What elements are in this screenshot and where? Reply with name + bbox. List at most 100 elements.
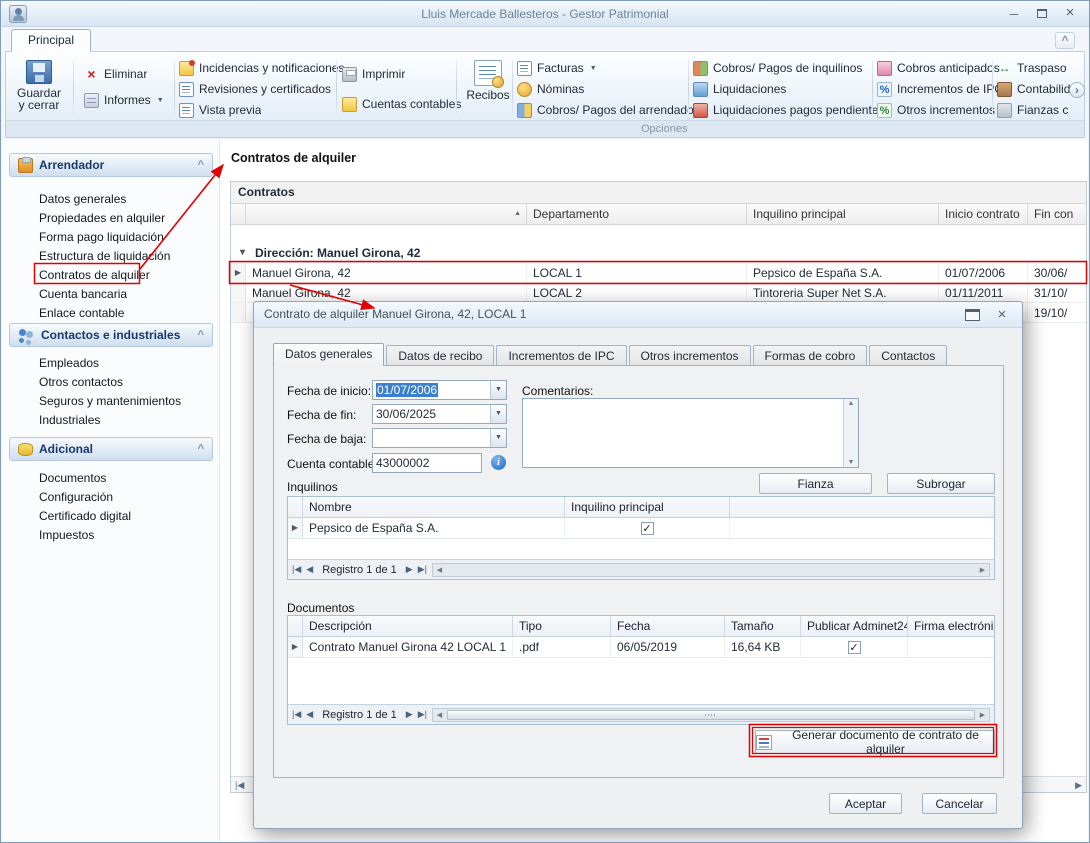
column-header-inquilino[interactable]: Inquilino principal	[747, 204, 939, 224]
ribbon-item-imprimir[interactable]: Imprimir	[342, 65, 405, 83]
sidebar-item-forma-pago[interactable]: Forma pago liquidación	[9, 228, 213, 247]
publicar-checkbox[interactable]: ✓	[848, 641, 861, 654]
fianza-button[interactable]: Fianza	[759, 473, 872, 494]
cancelar-button[interactable]: Cancelar	[922, 793, 997, 814]
column-header-firma[interactable]: Firma electrónica	[908, 616, 994, 636]
sidebar-item-propiedades[interactable]: Propiedades en alquiler	[9, 209, 213, 228]
sidebar-item-contratos-alquiler[interactable]: Contratos de alquiler	[9, 266, 213, 285]
tab-incrementos-ipc[interactable]: Incrementos de IPC	[496, 345, 626, 366]
nav-prev-button[interactable]: ◀	[306, 709, 313, 720]
nav-section-contactos[interactable]: Contactos e industriales ^	[9, 323, 213, 347]
ribbon-item-vista-previa[interactable]: Vista previa	[179, 101, 261, 119]
nav-first-button[interactable]: |◀	[292, 564, 301, 575]
tab-datos-de-recibo[interactable]: Datos de recibo	[386, 345, 494, 366]
close-button[interactable]: ×	[1057, 6, 1083, 23]
dialog-close-button[interactable]: ×	[992, 307, 1012, 324]
minimize-button[interactable]: ─	[1001, 6, 1027, 23]
subrogar-button[interactable]: Subrogar	[887, 473, 995, 494]
nav-next-button[interactable]: ▶	[406, 709, 413, 720]
ribbon-item-otros-incrementos[interactable]: %Otros incrementos	[877, 101, 995, 119]
column-header-principal[interactable]: Inquilino principal	[565, 497, 730, 517]
nav-last-button[interactable]: ▶|	[418, 709, 427, 720]
nav-prev-button[interactable]: ◀	[306, 564, 313, 575]
column-header-fin[interactable]: Fin con	[1028, 204, 1086, 224]
sidebar-item-enlace-contable[interactable]: Enlace contable	[9, 304, 213, 323]
tab-principal[interactable]: Principal	[11, 29, 91, 52]
guardar-y-cerrar-button[interactable]: Guardar y cerrar	[13, 56, 65, 118]
ribbon-item-revisiones[interactable]: Revisiones y certificados	[179, 80, 331, 98]
comentarios-textarea[interactable]: ▲ ▼	[522, 398, 859, 468]
sidebar-item-empleados[interactable]: Empleados	[9, 354, 213, 373]
scroll-right-icon[interactable]: ▶	[976, 711, 989, 719]
combo-dropdown-button[interactable]: ▼	[490, 429, 506, 447]
ribbon-item-liquidaciones[interactable]: Liquidaciones	[693, 80, 786, 98]
info-icon[interactable]: i	[491, 455, 506, 470]
tab-formas-de-cobro[interactable]: Formas de cobro	[753, 345, 868, 366]
sidebar-item-seguros[interactable]: Seguros y mantenimientos	[9, 392, 213, 411]
fecha-inicio-combo[interactable]: 01/07/2006 ▼	[372, 380, 507, 400]
aceptar-button[interactable]: Aceptar	[829, 793, 902, 814]
ribbon-item-informes[interactable]: Informes▼	[84, 91, 164, 109]
fecha-baja-combo[interactable]: ▼	[372, 428, 507, 448]
column-header-nombre[interactable]: Nombre	[303, 497, 565, 517]
scroll-down-icon[interactable]: ▼	[844, 459, 858, 466]
sidebar-item-configuracion[interactable]: Configuración	[9, 488, 213, 507]
sidebar-item-industriales[interactable]: Industriales	[9, 411, 213, 430]
scrollbar-thumb[interactable]	[447, 710, 975, 720]
contract-row-1[interactable]: ▶ Manuel Girona, 42 LOCAL 1 Pepsico de E…	[231, 263, 1086, 283]
inquilino-principal-checkbox[interactable]: ✓	[641, 522, 654, 535]
documento-row-1[interactable]: ▶ Contrato Manuel Girona 42 LOCAL 1 .pdf…	[288, 637, 994, 658]
column-header-inicio[interactable]: Inicio contrato	[939, 204, 1028, 224]
sidebar-item-cuenta-bancaria[interactable]: Cuenta bancaria	[9, 285, 213, 304]
column-header-publicar[interactable]: Publicar Adminet24H	[801, 616, 908, 636]
fecha-fin-combo[interactable]: 30/06/2025 ▼	[372, 404, 507, 424]
generar-documento-button[interactable]: Generar documento de contrato de alquile…	[755, 730, 995, 754]
ribbon-item-facturas[interactable]: Facturas▼	[517, 59, 597, 77]
combo-dropdown-button[interactable]: ▼	[490, 381, 506, 399]
sidebar-item-otros-contactos[interactable]: Otros contactos	[9, 373, 213, 392]
ribbon-item-nominas[interactable]: Nóminas	[517, 80, 584, 98]
sidebar-item-datos-generales[interactable]: Datos generales	[9, 190, 213, 209]
recibos-button[interactable]: Recibos	[462, 56, 514, 118]
sidebar-item-impuestos[interactable]: Impuestos	[9, 526, 213, 545]
scroll-up-icon[interactable]: ▲	[844, 400, 858, 407]
sidebar-item-estructura[interactable]: Estructura de liquidación	[9, 247, 213, 266]
tab-datos-generales[interactable]: Datos generales	[273, 343, 384, 366]
nav-section-arrendador[interactable]: Arrendador ^	[9, 153, 213, 177]
ribbon-item-incidencias[interactable]: Incidencias y notificaciones	[179, 59, 344, 77]
maximize-button[interactable]	[1029, 6, 1055, 23]
scroll-left-icon[interactable]: ◀	[433, 711, 446, 719]
nav-first-icon[interactable]: |◀	[235, 780, 244, 791]
column-header-departamento[interactable]: Departamento	[527, 204, 747, 224]
textarea-scrollbar[interactable]: ▲ ▼	[843, 399, 858, 467]
ribbon-item-eliminar[interactable]: ×Eliminar	[84, 65, 147, 83]
ribbon-collapse-button[interactable]: ^	[1055, 32, 1075, 49]
column-header-direccion[interactable]: ▲	[246, 204, 527, 224]
scroll-left-icon[interactable]: ◀	[433, 566, 446, 574]
inquilinos-hscrollbar[interactable]: ◀ ▶	[432, 563, 990, 577]
ribbon-scroll-right-button[interactable]: ›	[1069, 82, 1085, 98]
sidebar-item-documentos[interactable]: Documentos	[9, 469, 213, 488]
ribbon-item-cobros-anticipados[interactable]: Cobros anticipados	[877, 59, 1000, 77]
ribbon-item-fianzas[interactable]: Fianzas c	[997, 101, 1087, 119]
ribbon-item-incrementos-ipc[interactable]: %Incrementos de IPC	[877, 80, 1003, 98]
column-header-descripcion[interactable]: Descripción	[303, 616, 513, 636]
ribbon-item-liquidaciones-pendientes[interactable]: Liquidaciones pagos pendientes	[693, 101, 884, 119]
combo-dropdown-button[interactable]: ▼	[490, 405, 506, 423]
nav-first-button[interactable]: |◀	[292, 709, 301, 720]
ribbon-item-traspaso[interactable]: ↔Traspaso	[997, 59, 1087, 77]
nav-next-button[interactable]: ▶	[406, 564, 413, 575]
scroll-right-icon[interactable]: ▶	[976, 566, 989, 574]
scroll-right-icon[interactable]: ▶	[1075, 780, 1082, 791]
dialog-restore-button[interactable]	[965, 309, 980, 321]
tab-otros-incrementos[interactable]: Otros incrementos	[629, 345, 751, 366]
tab-contactos[interactable]: Contactos	[869, 345, 947, 366]
column-header-fecha[interactable]: Fecha	[611, 616, 725, 636]
group-row[interactable]: ▾ Dirección: Manuel Girona, 42	[231, 244, 1086, 263]
column-header-tipo[interactable]: Tipo	[513, 616, 611, 636]
contract-row-2[interactable]: Manuel Girona, 42 LOCAL 2 Tintoreria Sup…	[231, 283, 1086, 303]
column-header-tamano[interactable]: Tamaño	[725, 616, 801, 636]
documentos-hscrollbar[interactable]: ◀ ▶	[432, 708, 990, 722]
ribbon-item-cobros-arrendador[interactable]: Cobros/ Pagos del arrendador	[517, 101, 698, 119]
inquilino-row-1[interactable]: ▶ Pepsico de España S.A. ✓	[288, 518, 994, 539]
